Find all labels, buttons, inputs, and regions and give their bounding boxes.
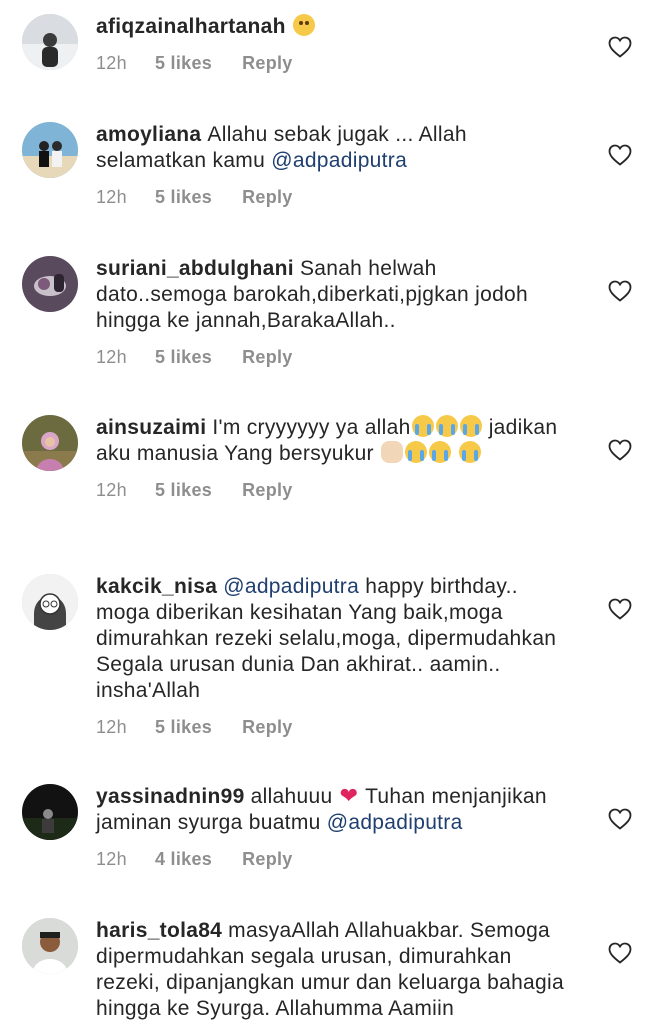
crying-face-emoji: [292, 14, 315, 36]
heart-icon[interactable]: [608, 280, 632, 302]
comment-meta: 12h 5 likes Reply: [96, 344, 566, 370]
likes-count[interactable]: 5 likes: [155, 184, 212, 210]
comment-username[interactable]: ainsuzaimi: [96, 416, 206, 439]
sob-emoji: [459, 441, 482, 463]
avatar[interactable]: [22, 122, 78, 178]
avatar[interactable]: [22, 256, 78, 312]
comment-time: 12h: [96, 717, 127, 737]
comment-time: 12h: [96, 480, 127, 500]
likes-count[interactable]: 5 likes: [155, 344, 212, 370]
sob-emoji: [428, 441, 451, 463]
sob-emoji: [459, 415, 482, 437]
heart-icon[interactable]: [608, 942, 632, 964]
comment-meta: 12h 4 likes Reply: [96, 846, 566, 872]
raised-hands-emoji: [380, 441, 403, 463]
comment-username[interactable]: amoyliana: [96, 123, 201, 146]
heart-icon[interactable]: [608, 808, 632, 830]
reply-button[interactable]: Reply: [242, 846, 293, 872]
reply-button[interactable]: Reply: [242, 714, 293, 740]
reply-button[interactable]: Reply: [242, 344, 293, 370]
avatar[interactable]: [22, 574, 78, 630]
comment-meta: 12h 5 likes Reply: [96, 184, 566, 210]
mention-link[interactable]: @adpadiputra: [327, 811, 463, 834]
heart-icon[interactable]: [608, 598, 632, 620]
avatar[interactable]: [22, 14, 78, 70]
heart-icon[interactable]: [608, 144, 632, 166]
reply-button[interactable]: Reply: [242, 477, 293, 503]
heart-icon[interactable]: [608, 439, 632, 461]
comment-meta: 12h 5 likes Reply: [96, 477, 566, 503]
reply-button[interactable]: Reply: [242, 184, 293, 210]
mention-link[interactable]: @adpadiputra: [271, 149, 407, 172]
comment-time: 12h: [96, 849, 127, 869]
sob-emoji: [435, 415, 458, 437]
comment-username[interactable]: kakcik_nisa: [96, 575, 217, 598]
comment-username[interactable]: afiqzainalhartanah: [96, 15, 286, 38]
comment-time: 12h: [96, 347, 127, 367]
comment-meta: 12h 5 likes Reply: [96, 50, 566, 76]
red-heart-emoji: ❤: [339, 783, 359, 808]
sob-emoji: [404, 441, 427, 463]
comment-username[interactable]: suriani_abdulghani: [96, 257, 294, 280]
comment-username[interactable]: yassinadnin99: [96, 785, 245, 808]
avatar[interactable]: [22, 918, 78, 974]
comment-username[interactable]: haris_tola84: [96, 919, 222, 942]
likes-count[interactable]: 5 likes: [155, 714, 212, 740]
likes-count[interactable]: 5 likes: [155, 477, 212, 503]
sob-emoji: [411, 415, 434, 437]
comment-time: 12h: [96, 187, 127, 207]
comment-meta: 12h 5 likes Reply: [96, 714, 566, 740]
reply-button[interactable]: Reply: [242, 50, 293, 76]
comment-text: allahuuu: [250, 785, 339, 808]
avatar[interactable]: [22, 415, 78, 471]
likes-count[interactable]: 5 likes: [155, 50, 212, 76]
avatar[interactable]: [22, 784, 78, 840]
comment-time: 12h: [96, 53, 127, 73]
mention-link[interactable]: @adpadiputra: [223, 575, 359, 598]
likes-count[interactable]: 4 likes: [155, 846, 212, 872]
comment-text: I'm cryyyyyy ya allah: [212, 416, 411, 439]
heart-icon[interactable]: [608, 36, 632, 58]
